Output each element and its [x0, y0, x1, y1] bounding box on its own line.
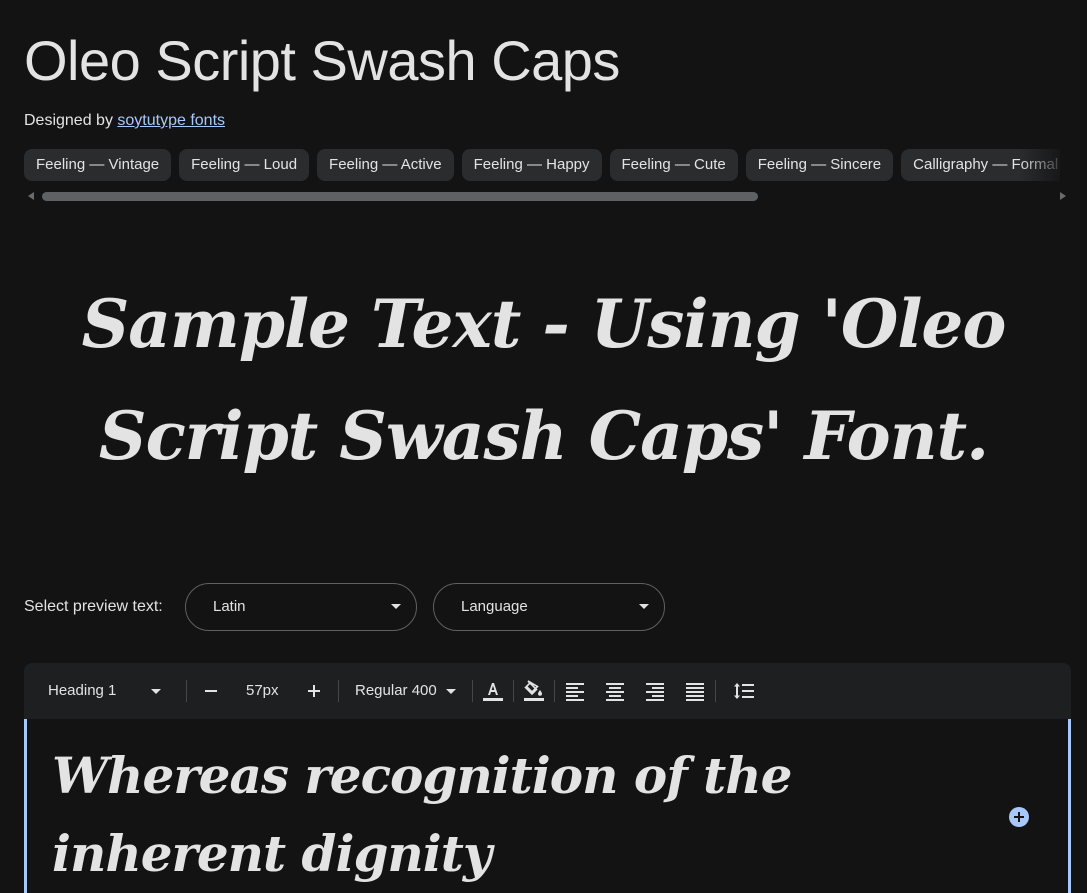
text-style-value: Heading 1 [48, 682, 117, 699]
designed-by-label: Designed by [24, 112, 113, 129]
toolbar-divider [554, 680, 555, 702]
editor-toolbar: Heading 1 57px Regular 400 [24, 663, 1071, 719]
font-weight-value: Regular 400 [355, 682, 437, 699]
sample-text-preview: Sample Text - Using 'Oleo Script Swash C… [81, 285, 1007, 475]
preview-text-label: Select preview text: [24, 598, 163, 615]
chevron-down-icon [639, 604, 649, 609]
scroll-right-arrow-icon[interactable] [1060, 192, 1066, 200]
toolbar-divider [715, 680, 716, 702]
chevron-down-icon [446, 689, 456, 694]
tag-list: Feeling — Vintage Feeling — Loud Feeling… [24, 149, 1060, 182]
editor-text[interactable]: Whereas recognition of the inherent dign… [52, 737, 912, 893]
toolbar-divider [513, 680, 514, 702]
font-title: Oleo Script Swash Caps [24, 29, 620, 92]
tag-chip[interactable]: Feeling — Active [317, 149, 454, 181]
preview-editor[interactable]: Whereas recognition of the inherent dign… [24, 719, 1071, 893]
align-justify-icon[interactable] [683, 679, 707, 703]
add-circle-icon[interactable] [1008, 806, 1030, 828]
align-right-icon[interactable] [643, 679, 667, 703]
scroll-left-arrow-icon[interactable] [28, 192, 34, 200]
tag-chip[interactable]: Feeling — Sincere [745, 149, 894, 181]
tag-chip[interactable]: Feeling — Happy [461, 149, 602, 181]
plus-icon[interactable] [302, 679, 326, 703]
script-select[interactable]: Latin [185, 583, 417, 631]
font-weight-select[interactable]: Regular 400 [355, 663, 459, 719]
chevron-down-icon [391, 604, 401, 609]
align-left-icon[interactable] [563, 679, 587, 703]
minus-icon[interactable] [199, 679, 223, 703]
tag-chip[interactable]: Feeling — Loud [179, 149, 310, 181]
scrollbar-thumb[interactable] [42, 192, 758, 201]
designer-line: Designed by soytutype fonts [24, 110, 225, 132]
text-style-select[interactable]: Heading 1 [48, 663, 166, 719]
language-select-value: Language [461, 598, 528, 615]
tag-chip[interactable]: Feeling — Vintage [24, 149, 172, 181]
toolbar-divider [472, 680, 473, 702]
designer-link[interactable]: soytutype fonts [117, 112, 225, 129]
language-select[interactable]: Language [433, 583, 665, 631]
script-select-value: Latin [213, 598, 246, 615]
toolbar-divider [338, 680, 339, 702]
font-size-value[interactable]: 57px [246, 663, 279, 719]
chevron-down-icon [151, 689, 161, 694]
align-center-icon[interactable] [603, 679, 627, 703]
line-height-icon[interactable] [732, 679, 756, 703]
preview-text-controls: Select preview text: Latin Language [24, 583, 724, 631]
fill-color-icon[interactable] [522, 679, 546, 703]
text-color-icon[interactable] [481, 679, 505, 703]
tag-chip[interactable]: Calligraphy — Formal [901, 149, 1060, 181]
font-specimen-page: Oleo Script Swash Caps Designed by soytu… [0, 0, 1087, 893]
tag-chip[interactable]: Feeling — Cute [609, 149, 738, 181]
toolbar-divider [186, 680, 187, 702]
tag-scrollbar[interactable] [24, 189, 1070, 203]
